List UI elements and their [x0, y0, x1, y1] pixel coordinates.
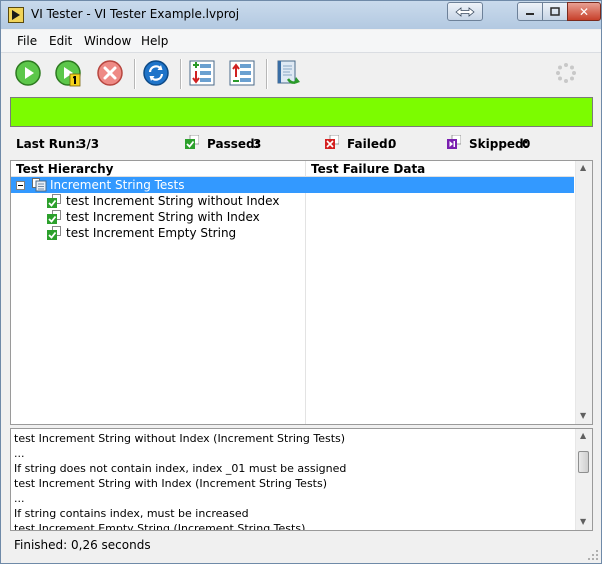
- tree-item-test[interactable]: test Increment String without Index: [66, 193, 279, 209]
- column-header-test-failure-data[interactable]: Test Failure Data: [306, 161, 574, 177]
- test-passed-icon: [47, 194, 61, 208]
- test-suite-icon: [32, 178, 47, 192]
- column-header-test-hierarchy[interactable]: Test Hierarchy: [11, 161, 305, 177]
- failed-icon: [325, 135, 339, 149]
- test-log-output[interactable]: test Increment String without Index (Inc…: [10, 428, 593, 531]
- skipped-label: Skipped:: [469, 137, 529, 151]
- vi-tester-window: VI Tester - VI Tester Example.lvproj ✕ F…: [0, 0, 602, 564]
- menu-window[interactable]: Window: [84, 34, 131, 48]
- labview-app-icon: [8, 7, 24, 23]
- skipped-value: 0: [522, 137, 531, 151]
- toolbar-separator: [266, 59, 267, 89]
- scroll-down-arrow-icon[interactable]: ▼: [580, 517, 586, 526]
- resize-grip-icon[interactable]: [587, 549, 599, 561]
- test-hierarchy-tree[interactable]: Test Hierarchy Test Failure Data − Incre…: [10, 160, 593, 425]
- run-single-icon: [55, 60, 81, 87]
- skipped-icon: [447, 135, 461, 149]
- passed-value: 3: [253, 137, 262, 151]
- run-icon: [15, 60, 41, 86]
- last-run-value: 3/3: [78, 137, 100, 151]
- tree-vertical-scrollbar[interactable]: ▲ ▼: [575, 161, 592, 424]
- log-line: test Increment String without Index (Inc…: [14, 432, 346, 445]
- passed-icon: [185, 135, 199, 149]
- collapse-all-icon: [229, 60, 255, 86]
- stop-icon: [97, 60, 123, 86]
- collapse-all-button[interactable]: [228, 59, 256, 87]
- scroll-up-arrow-icon[interactable]: ▲: [580, 431, 586, 440]
- close-button[interactable]: ✕: [567, 2, 601, 21]
- collapse-tree-icon: [16, 181, 25, 190]
- run-button[interactable]: [14, 59, 42, 87]
- log-vertical-scrollbar[interactable]: ▲ ▼: [575, 429, 592, 530]
- refresh-button[interactable]: [142, 59, 170, 87]
- test-passed-icon: [47, 210, 61, 224]
- resize-button[interactable]: [447, 2, 483, 21]
- tree-item-increment-string-tests[interactable]: Increment String Tests: [50, 177, 185, 193]
- maximize-icon: [550, 7, 560, 16]
- status-text: Finished: 0,26 seconds: [14, 538, 151, 552]
- double-arrow-icon: [455, 6, 475, 17]
- menu-edit[interactable]: Edit: [49, 34, 72, 48]
- expand-all-button[interactable]: [188, 59, 216, 87]
- failed-label: Failed:: [347, 137, 393, 151]
- minimize-button[interactable]: [517, 2, 543, 21]
- expand-all-icon: [189, 60, 215, 86]
- tree-expander[interactable]: −: [16, 177, 26, 193]
- maximize-button[interactable]: [542, 2, 568, 21]
- toolbar-separator: [180, 59, 181, 89]
- busy-spinner-icon: [556, 63, 576, 83]
- test-result-status-bar: [10, 97, 593, 127]
- scroll-down-arrow-icon[interactable]: ▼: [580, 411, 586, 420]
- report-button[interactable]: [274, 59, 302, 87]
- toolbar: [1, 53, 601, 95]
- test-passed-icon: [47, 226, 61, 240]
- tree-item-test[interactable]: test Increment Empty String: [66, 225, 236, 241]
- failed-value: 0: [388, 137, 397, 151]
- report-icon: [277, 60, 300, 84]
- run-single-button[interactable]: [54, 59, 82, 87]
- tree-item-test[interactable]: test Increment String with Index: [66, 209, 260, 225]
- stop-button[interactable]: [96, 59, 124, 87]
- title-bar[interactable]: VI Tester - VI Tester Example.lvproj ✕: [1, 1, 601, 29]
- close-icon: ✕: [578, 4, 590, 19]
- log-line: test Increment Empty String (Increment S…: [14, 522, 306, 531]
- menu-bar: File Edit Window Help: [1, 30, 601, 53]
- log-line: If string does not contain index, index …: [14, 462, 347, 475]
- toolbar-separator: [134, 59, 135, 89]
- log-line: If string contains index, must be increa…: [14, 507, 249, 520]
- menu-file[interactable]: File: [17, 34, 37, 48]
- busy-spinner: [554, 61, 582, 89]
- status-bar: Finished: 0,26 seconds: [1, 534, 601, 563]
- log-line: ...: [14, 492, 25, 505]
- scrollbar-thumb[interactable]: [578, 451, 589, 473]
- log-line: test Increment String with Index (Increm…: [14, 477, 328, 490]
- window-title: VI Tester - VI Tester Example.lvproj: [31, 7, 240, 21]
- passed-label: Passed:: [207, 137, 260, 151]
- last-run-label: Last Run:: [16, 137, 80, 151]
- scroll-up-arrow-icon[interactable]: ▲: [580, 163, 586, 172]
- log-line: ...: [14, 447, 25, 460]
- refresh-icon: [143, 60, 169, 86]
- menu-help[interactable]: Help: [141, 34, 168, 48]
- column-divider[interactable]: [305, 161, 306, 424]
- minimize-icon: [526, 12, 534, 15]
